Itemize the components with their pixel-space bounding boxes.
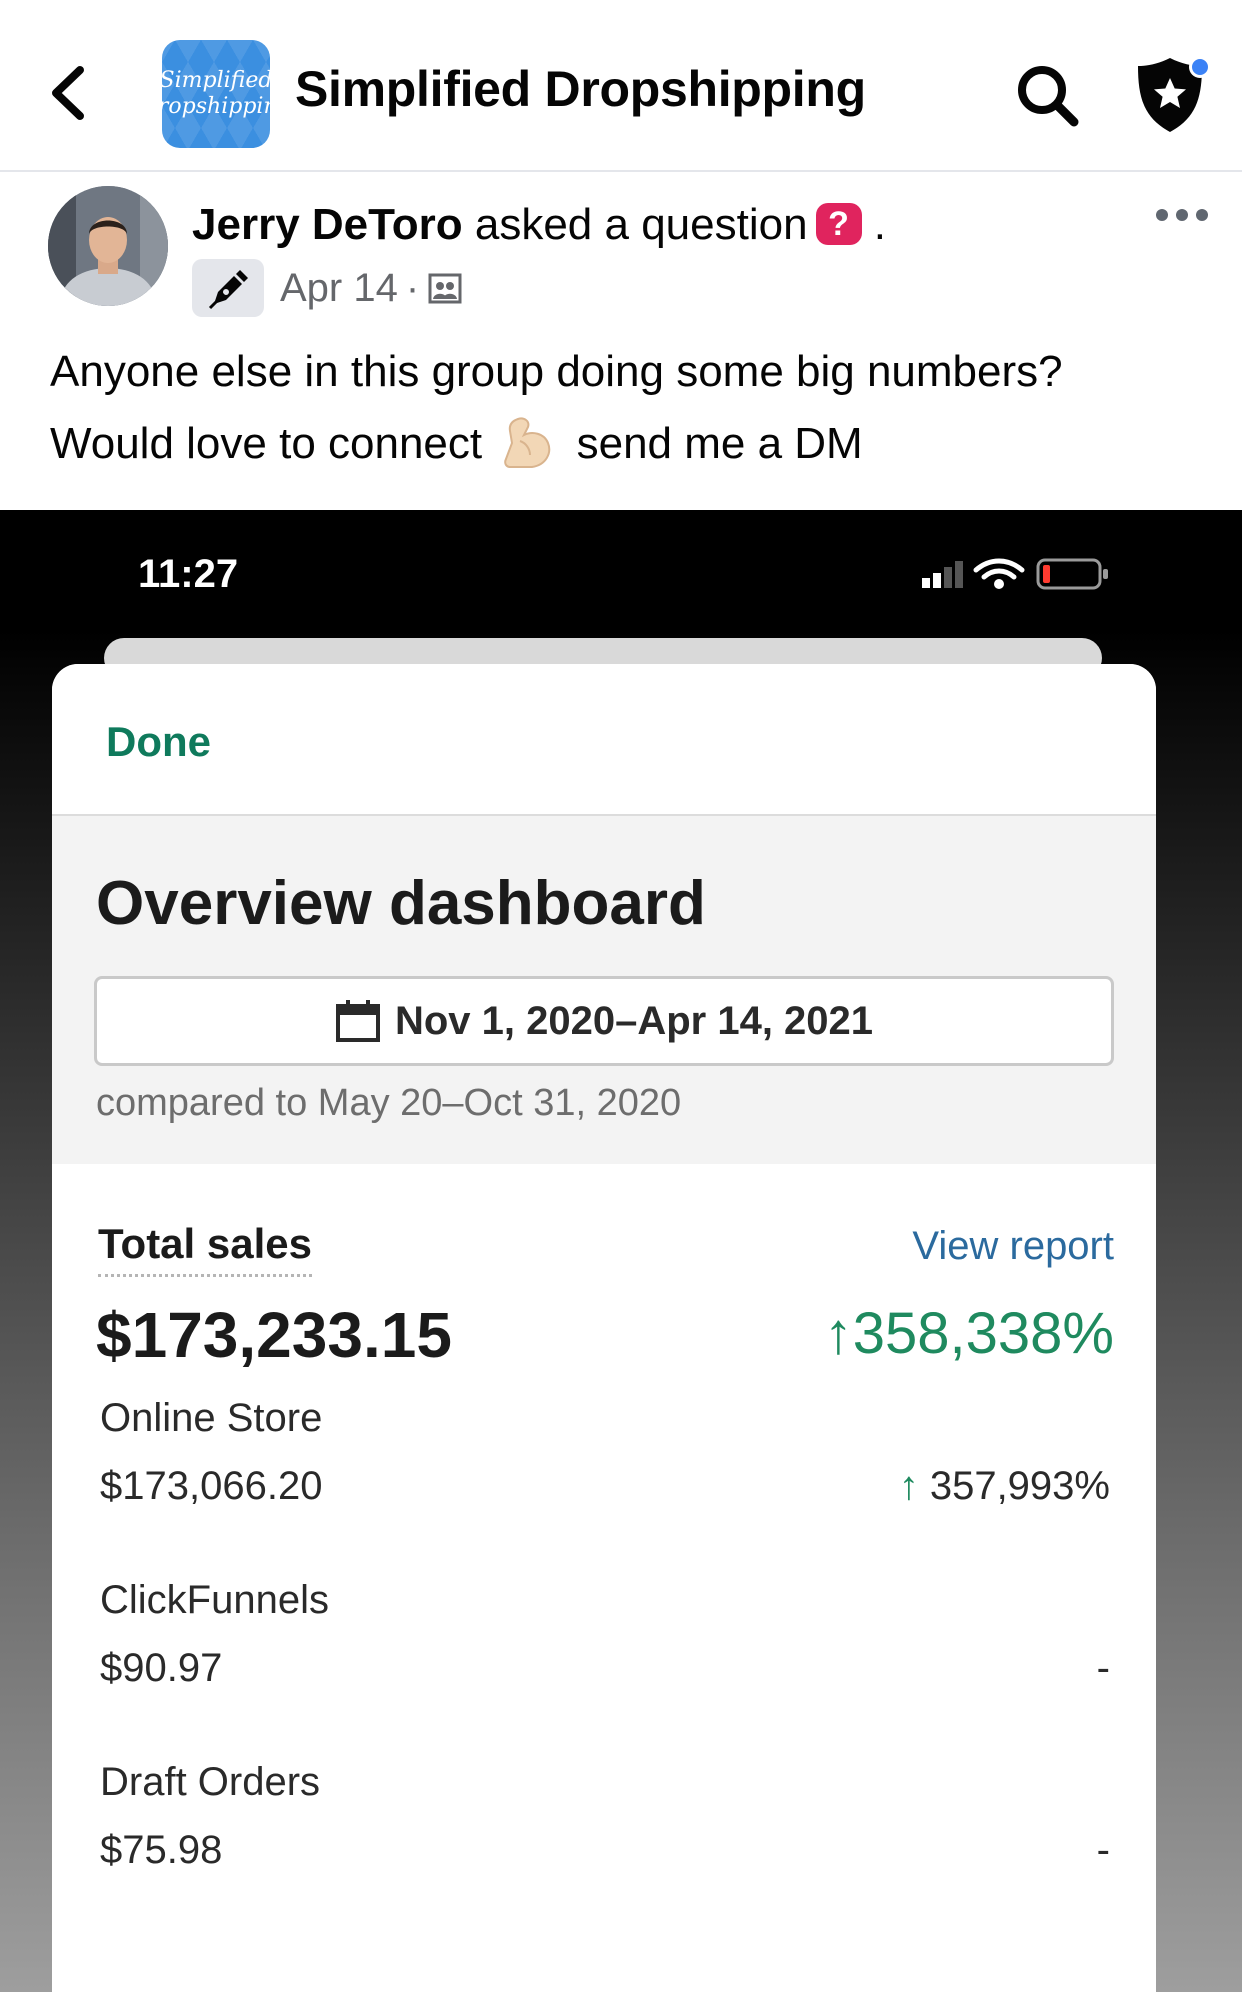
dashboard-sheet: Done Overview dashboard Nov 1, 2020–Apr … (52, 664, 1156, 1992)
group-header: Simplified Dropshipping Simplified Drops… (0, 0, 1242, 172)
total-sales-card: Total sales View report $173,233.15 ↑358… (52, 1164, 1156, 1992)
more-dots-icon (1156, 209, 1208, 221)
wifi-icon (973, 558, 1025, 589)
chevron-left-icon (52, 66, 84, 120)
search-icon (1018, 66, 1079, 127)
total-sales-value: $173,233.15 (96, 1299, 452, 1371)
more-options-button[interactable] (1152, 200, 1212, 230)
question-badge-icon: ? (815, 203, 862, 246)
channel-change: - (1096, 1828, 1110, 1872)
flexed-biceps-icon (504, 417, 551, 469)
channel-change-value: 357,993% (918, 1464, 1110, 1508)
group-avatar[interactable]: Simplified Dropshipping (162, 40, 270, 148)
signal-icon (922, 561, 963, 588)
group-avatar-text-1: Simplified (162, 68, 270, 93)
meta-separator: · (405, 265, 420, 310)
status-bar-time: 11:27 (138, 552, 239, 596)
search-button[interactable] (1012, 60, 1084, 132)
post-date[interactable]: Apr 14 (280, 266, 398, 311)
notification-dot (1189, 56, 1211, 78)
post-text-connect: Would love to connect (50, 419, 483, 468)
channel-value: $75.98 (100, 1828, 223, 1872)
calendar-icon (335, 1000, 380, 1042)
total-sales-change: ↑358,338% (823, 1301, 1114, 1366)
post-photo[interactable]: 11:27 Done Overview dashboard Nov 1, 202… (0, 510, 1242, 1992)
channel-change: - (1096, 1646, 1110, 1690)
post-text-line-1: Anyone else in this group doing some big… (50, 347, 1063, 396)
post-author-line: Jerry DeToro asked a question? . (192, 200, 886, 250)
author-name[interactable]: Jerry DeToro (192, 200, 463, 249)
up-arrow-icon: ↑ (898, 1464, 919, 1508)
view-report-link[interactable]: View report (912, 1224, 1114, 1269)
battery-icon (1036, 558, 1108, 590)
author-avatar[interactable] (48, 186, 168, 306)
post-text-dm: send me a DM (576, 419, 863, 468)
sheet-toolbar: Done (52, 664, 1156, 816)
pen-icon (208, 270, 248, 310)
status-bar-icons (922, 558, 1108, 590)
dashboard-title: Overview dashboard (96, 869, 706, 938)
channel-name: Online Store (100, 1396, 323, 1440)
channel-value: $90.97 (100, 1646, 223, 1690)
back-button[interactable] (40, 58, 100, 128)
post-meta: Apr 14 · (192, 258, 463, 318)
question-post-badge (192, 259, 264, 317)
channel-change: ↑ 357,993% (899, 1464, 1110, 1509)
channel-name: Draft Orders (100, 1760, 321, 1804)
comparison-period: compared to May 20–Oct 31, 2020 (96, 1082, 682, 1124)
group-avatar-text-2: Dropshipping (162, 94, 270, 119)
done-button[interactable]: Done (106, 718, 211, 766)
group-members-icon (428, 273, 462, 304)
group-title[interactable]: Simplified Dropshipping (295, 60, 866, 118)
total-sales-label: Total sales (98, 1220, 312, 1277)
channel-value: $173,066.20 (100, 1464, 323, 1508)
date-range-text: Nov 1, 2020–Apr 14, 2021 (394, 998, 874, 1043)
channel-name: ClickFunnels (100, 1578, 329, 1622)
profile-photo (48, 186, 168, 306)
post-text-line-2: Would love to connect send me a DM (50, 408, 1210, 480)
date-range-picker[interactable]: Nov 1, 2020–Apr 14, 2021 (94, 976, 1114, 1066)
trailing-period: . (873, 200, 887, 249)
post-action: asked a question (474, 200, 808, 249)
post-body: Anyone else in this group doing some big… (50, 336, 1210, 480)
